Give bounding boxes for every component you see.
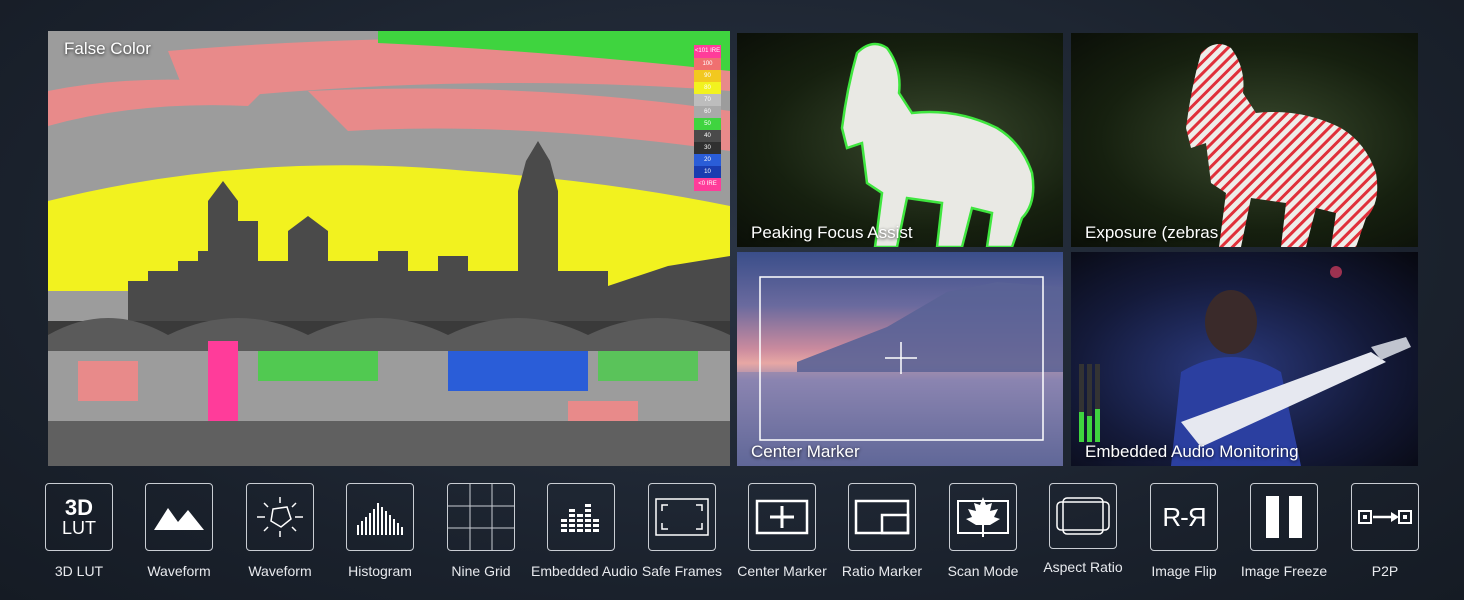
image-flip-icon: R-Я xyxy=(1150,483,1218,551)
feature-aspect-ratio[interactable]: Aspect Ratio xyxy=(1033,483,1133,575)
feature-waveform-vector[interactable]: Waveform xyxy=(230,483,330,579)
center-marker-label: Center Marker xyxy=(751,442,860,461)
histogram-icon xyxy=(346,483,414,551)
feature-label: Image Flip xyxy=(1151,563,1217,579)
ire-step: 40 xyxy=(694,130,721,142)
exposure-label: Exposure (zebras xyxy=(1085,223,1219,242)
feature-label: Waveform xyxy=(147,563,211,579)
ire-step: 10 xyxy=(694,166,721,178)
lake-image xyxy=(737,276,1063,466)
feature-waveform[interactable]: Waveform xyxy=(129,483,229,579)
feature-image-flip[interactable]: R-Я Image Flip xyxy=(1134,483,1234,579)
false-color-panel: False Color <101 IRE 100 90 80 70 60 50 … xyxy=(48,31,730,466)
feature-safe-frames[interactable]: Safe Frames xyxy=(632,483,732,579)
guitarist-image xyxy=(1079,266,1411,466)
exposure-panel: Exposure (zebras xyxy=(1071,33,1418,247)
feature-label: Histogram xyxy=(348,563,412,579)
feature-histogram[interactable]: Histogram xyxy=(330,483,430,579)
maple-leaf-icon xyxy=(949,483,1017,551)
false-color-image xyxy=(48,31,730,466)
audio-panel: Embedded Audio Monitoring xyxy=(1071,252,1418,466)
feature-ratio-marker[interactable]: Ratio Marker xyxy=(832,483,932,579)
horse-zebra-image xyxy=(1186,44,1378,247)
mountain-waveform-icon xyxy=(145,483,213,551)
audio-label: Embedded Audio Monitoring xyxy=(1085,442,1299,461)
vectorscope-icon xyxy=(246,483,314,551)
ire-scale: <101 IRE 100 90 80 70 60 50 40 30 20 10 … xyxy=(694,45,721,191)
audio-meter xyxy=(1079,364,1100,442)
feature-label: Scan Mode xyxy=(947,563,1019,579)
feature-nine-grid[interactable]: Nine Grid xyxy=(431,483,531,579)
ire-step: 100 xyxy=(694,58,721,70)
ire-step: 70 xyxy=(694,94,721,106)
feature-label: Nine Grid xyxy=(451,563,511,579)
center-marker-panel: Center Marker xyxy=(737,252,1063,466)
p2p-icon xyxy=(1351,483,1419,551)
feature-label: Waveform xyxy=(248,563,312,579)
feature-center-marker[interactable]: Center Marker xyxy=(732,483,832,579)
feature-label: Center Marker xyxy=(737,563,827,579)
audio-bars-icon xyxy=(547,483,615,551)
feature-label: Aspect Ratio xyxy=(1043,559,1123,575)
nine-grid-icon xyxy=(447,483,515,551)
feature-label: Image Freeze xyxy=(1240,563,1328,579)
peaking-label: Peaking Focus Assist xyxy=(751,223,913,242)
feature-embedded-audio[interactable]: Embedded Audio xyxy=(531,483,638,579)
feature-label: 3D LUT xyxy=(54,563,104,579)
false-color-label: False Color xyxy=(64,39,151,58)
safe-frames-icon xyxy=(648,483,716,551)
ire-step: 50 xyxy=(694,118,721,130)
pause-icon xyxy=(1250,483,1318,551)
peaking-panel: Peaking Focus Assist xyxy=(737,33,1063,247)
ire-step: 20 xyxy=(694,154,721,166)
center-marker-icon xyxy=(748,483,816,551)
ire-step: <101 IRE xyxy=(694,45,721,58)
ire-step: 90 xyxy=(694,70,721,82)
ratio-marker-icon xyxy=(848,483,916,551)
feature-scan-mode[interactable]: Scan Mode xyxy=(933,483,1033,579)
feature-label: Ratio Marker xyxy=(841,563,923,579)
feature-3d-lut[interactable]: 3D LUT 3D LUT xyxy=(29,483,129,579)
ire-step: 30 xyxy=(694,142,721,154)
lut-icon: 3D LUT xyxy=(45,483,113,551)
aspect-ratio-icon xyxy=(1049,483,1117,549)
feature-p2p[interactable]: P2P xyxy=(1335,483,1435,579)
horse-peaking-image xyxy=(840,42,1035,247)
feature-label: P2P xyxy=(1371,563,1399,579)
ire-step: 80 xyxy=(694,82,721,94)
feature-image-freeze[interactable]: Image Freeze xyxy=(1234,483,1334,579)
ire-step: <0 IRE xyxy=(694,178,721,191)
feature-label: Safe Frames xyxy=(641,563,723,579)
feature-label: Embedded Audio xyxy=(531,563,638,579)
ire-step: 60 xyxy=(694,106,721,118)
